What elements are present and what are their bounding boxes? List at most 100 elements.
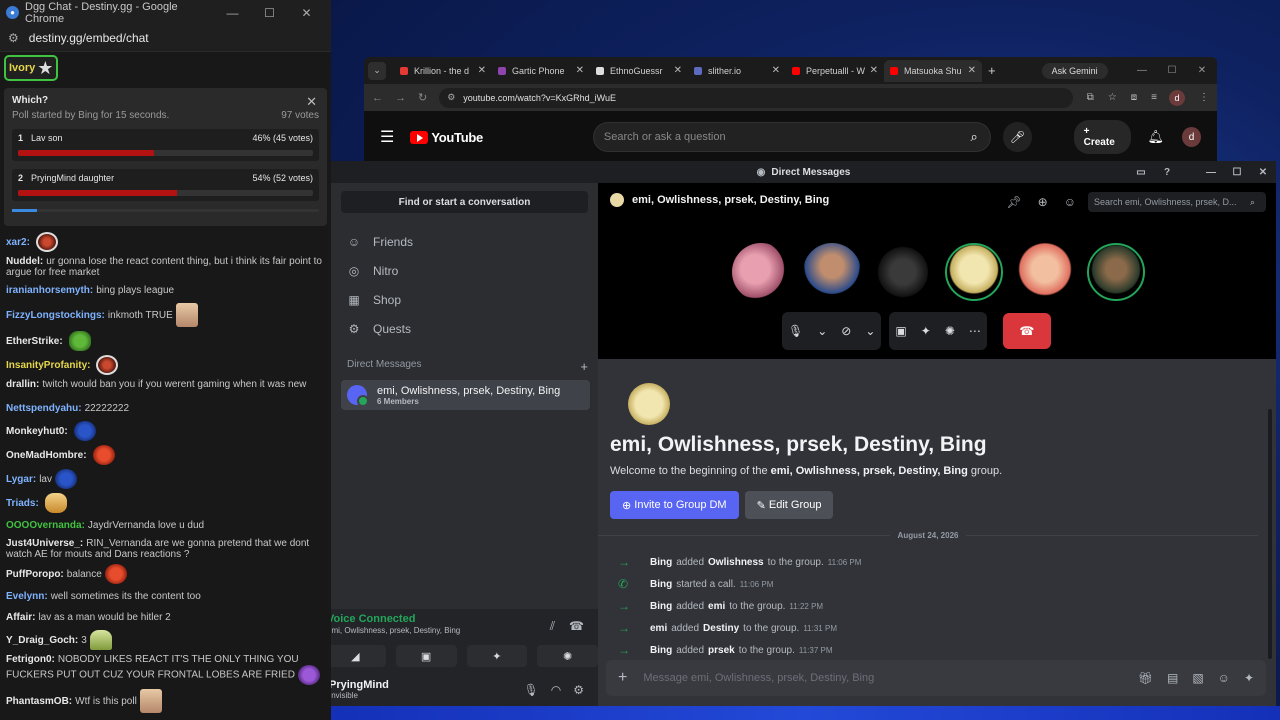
chat-username[interactable]: Evelynn: (6, 591, 48, 602)
nav-quests[interactable]: ⚙ Quests (331, 314, 598, 343)
ask-gemini-button[interactable]: Ask Gemini (1041, 62, 1108, 79)
screen-share-icon[interactable]: ▣ (895, 324, 906, 338)
noise-suppression-icon[interactable]: ⫽ (550, 619, 555, 634)
attach-plus-icon[interactable]: + (618, 669, 627, 687)
dm-list-item[interactable]: emi, Owlishness, prsek, Destiny, Bing 6 … (341, 380, 590, 410)
participant-avatar[interactable] (874, 243, 932, 301)
youtube-search-box[interactable]: Search or ask a question ⌕ (592, 122, 992, 152)
edit-group-button[interactable]: ✎ Edit Group (744, 491, 834, 519)
soundboard-button[interactable]: ✺ (537, 645, 598, 667)
chat-username[interactable]: xar2: (6, 237, 30, 248)
browser-tab[interactable]: Krillion - the d ✕ (394, 60, 492, 82)
event-actor[interactable]: Bing (650, 601, 672, 612)
media-icon[interactable]: ≡ (1151, 92, 1157, 103)
chat-username[interactable]: PhantasmOB: (6, 696, 72, 707)
screen-share-button[interactable]: ▣ (395, 645, 457, 667)
gif-icon[interactable]: ▤ (1167, 671, 1178, 685)
user-name-block[interactable]: PryingMind Invisible (331, 679, 389, 700)
omnibox[interactable]: ⚙ youtube.com/watch?v=KxGRhd_iWuE (439, 87, 1073, 108)
participant-avatar[interactable] (1016, 243, 1074, 301)
youtube-avatar[interactable]: d (1181, 127, 1201, 147)
new-tab-icon[interactable]: + (988, 63, 996, 78)
chat-username[interactable]: Nettspendyahu: (6, 403, 82, 414)
chrome-menu-icon[interactable]: ⋮ (1199, 92, 1209, 103)
chat-username[interactable]: Fetrigon0: (6, 654, 55, 665)
tab-close-icon[interactable]: ✕ (576, 65, 584, 76)
chat-username[interactable]: EtherStrike: (6, 336, 63, 347)
browser-tab[interactable]: Perpetualll - W ✕ (786, 60, 884, 82)
site-settings-icon[interactable]: ⚙ (8, 31, 19, 45)
inbox-icon[interactable]: ▭ (1128, 167, 1154, 178)
chat-username[interactable]: Just4Universe_: (6, 538, 83, 549)
nav-nitro[interactable]: ◎ Nitro (331, 256, 598, 285)
search-icon[interactable]: ⌕ (958, 129, 990, 145)
camera-off-icon[interactable]: ⊘ (841, 324, 851, 338)
mic-options-chevron-icon[interactable]: ⌄ (817, 324, 827, 338)
soundboard-icon[interactable]: ✺ (945, 324, 955, 338)
maximize-icon[interactable]: ☐ (251, 6, 288, 20)
event-actor[interactable]: Bing (650, 557, 672, 568)
disconnect-icon[interactable]: ☎ (569, 619, 584, 634)
add-friends-icon[interactable]: ⊕ (1038, 195, 1048, 209)
camera-toggle-button[interactable]: ◢ (331, 645, 386, 667)
discord-maximize-icon[interactable]: ☐ (1224, 167, 1250, 178)
chat-username[interactable]: OneMadHombre: (6, 450, 87, 461)
youtube-logo[interactable]: YouTube (410, 130, 483, 145)
gift-icon[interactable]: 🎁︎ (1138, 671, 1153, 685)
member-list-icon[interactable]: ☺ (1064, 195, 1076, 209)
event-target[interactable]: emi (708, 601, 725, 612)
tab-close-icon[interactable]: ✕ (674, 65, 682, 76)
chat-scrollbar[interactable] (1268, 409, 1272, 659)
pinned-messages-icon[interactable]: 📌︎ (1006, 195, 1021, 209)
apps-icon[interactable]: ✦ (1244, 671, 1254, 685)
channel-search[interactable]: Search emi, Owlishness, prsek, D... ⌕ (1088, 192, 1266, 212)
activities-icon[interactable]: ✦ (921, 324, 931, 338)
tab-close-icon[interactable]: ✕ (478, 65, 486, 76)
notifications-bell-icon[interactable]: 🔔︎ (1147, 129, 1164, 145)
microphone-icon[interactable]: 🎙︎ (788, 324, 803, 338)
back-icon[interactable]: ← (372, 92, 383, 104)
sticker-icon[interactable]: ▧ (1192, 671, 1203, 685)
hamburger-menu-icon[interactable]: ☰ (380, 127, 394, 147)
minimize-icon[interactable]: — (214, 6, 251, 20)
nav-friends[interactable]: ☺ Friends (331, 227, 598, 256)
chrome-profile-avatar[interactable]: d (1169, 89, 1185, 106)
emoji-icon[interactable]: ☺ (1218, 671, 1230, 685)
microphone-icon[interactable]: 🎤︎ (1003, 122, 1032, 152)
activities-button[interactable]: ✦ (466, 645, 528, 667)
poll-option[interactable]: 2 PryingMind daughter 54% (52 votes) (12, 169, 319, 201)
end-call-button[interactable]: ☎ (1002, 313, 1051, 349)
chat-address-bar[interactable]: ⚙ destiny.gg/embed/chat (0, 25, 331, 52)
event-actor[interactable]: Bing (650, 645, 672, 656)
chat-username[interactable]: Monkeyhut0: (6, 426, 68, 437)
chat-username[interactable]: Y_Draig_Goch: (6, 635, 78, 646)
bookmark-star-icon[interactable]: ☆ (1108, 92, 1117, 103)
event-target[interactable]: prsek (708, 645, 735, 656)
event-actor[interactable]: emi (650, 623, 667, 634)
deafen-headphones-icon[interactable]: ◠ (551, 683, 561, 697)
chat-username[interactable]: Nuddel: (6, 256, 43, 267)
chat-username[interactable]: FizzyLongstockings: (6, 310, 105, 321)
camera-options-chevron-icon[interactable]: ⌄ (865, 324, 875, 338)
nav-shop[interactable]: ▦ Shop (331, 285, 598, 314)
browser-tab[interactable]: EthnoGuessr ✕ (590, 60, 688, 82)
forward-icon[interactable]: → (395, 92, 406, 104)
participant-avatar[interactable] (803, 243, 861, 301)
reload-icon[interactable]: ↻ (418, 91, 427, 104)
install-icon[interactable]: ⧉ (1087, 92, 1094, 103)
find-conversation-button[interactable]: Find or start a conversation (341, 191, 588, 213)
more-options-icon[interactable]: ⋯ (969, 324, 981, 338)
chat-username[interactable]: Lygar: (6, 474, 36, 485)
mute-mic-icon[interactable]: 🎙︎ (524, 683, 539, 697)
event-actor[interactable]: Bing (650, 579, 672, 590)
chrome-minimize-icon[interactable]: — (1127, 65, 1157, 76)
help-icon[interactable]: ? (1154, 167, 1180, 178)
tab-search-icon[interactable]: ⌄ (368, 61, 386, 80)
create-button[interactable]: + Create (1073, 120, 1132, 154)
event-target[interactable]: Destiny (703, 623, 739, 634)
poll-option[interactable]: 1 Lav son 46% (45 votes) (12, 129, 319, 161)
flair-button[interactable]: Ivory ★ (4, 55, 59, 81)
tab-close-icon[interactable]: ✕ (968, 65, 976, 76)
discord-minimize-icon[interactable]: — (1198, 167, 1224, 178)
participant-avatar[interactable] (1087, 243, 1145, 301)
